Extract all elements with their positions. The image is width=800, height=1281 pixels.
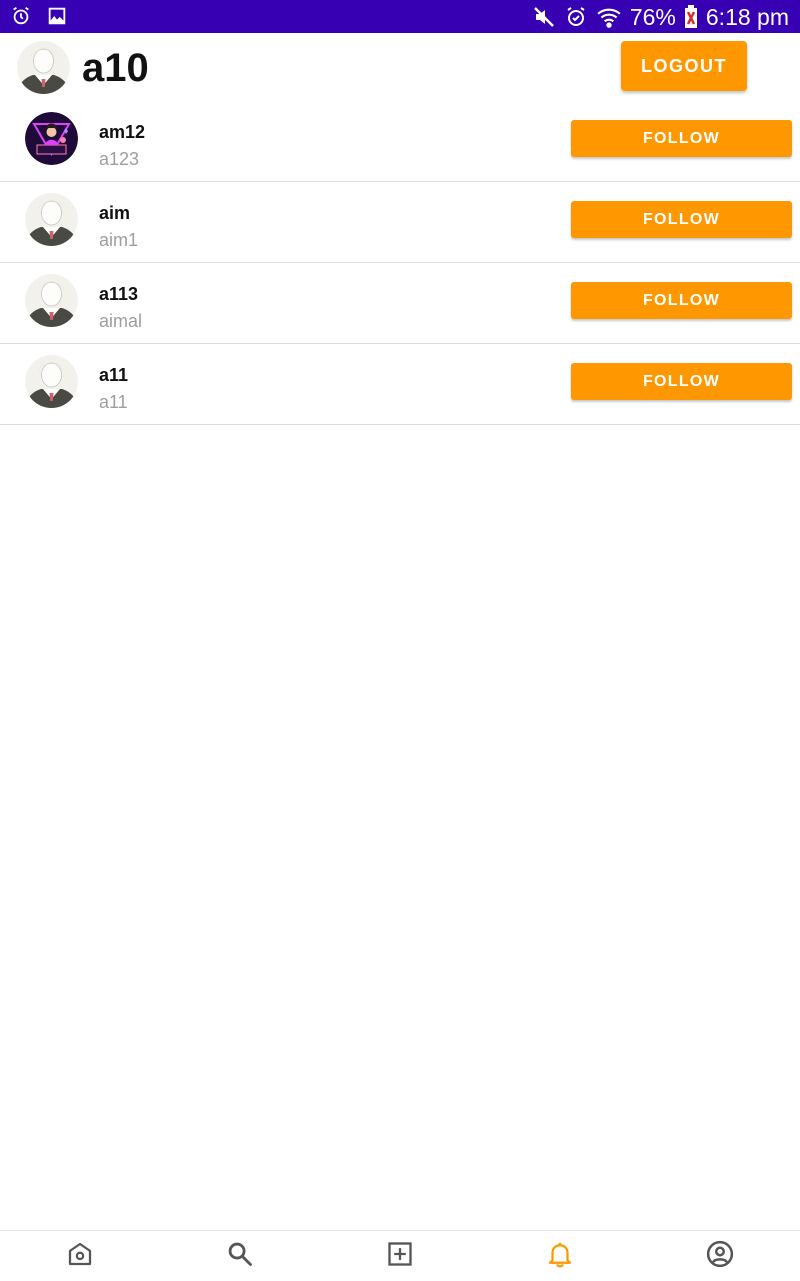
user-handle: a123	[99, 149, 140, 169]
battery-percent: 76%	[629, 4, 676, 30]
nav-profile[interactable]	[640, 1231, 800, 1281]
alarm-icon	[10, 5, 32, 27]
avatar[interactable]	[25, 112, 78, 165]
bottom-navigation	[0, 1230, 800, 1280]
avatar[interactable]	[25, 274, 78, 327]
user-handle: a11	[99, 392, 128, 412]
profile-icon	[705, 1239, 735, 1274]
status-bar: 76% 6:18 pm	[0, 0, 800, 33]
avatar[interactable]	[25, 193, 78, 246]
user-handle: aimal	[99, 311, 143, 331]
list-item[interactable]: a11 a11 FOLLOW	[0, 344, 800, 425]
alarm-icon	[564, 5, 588, 29]
follow-button[interactable]: FOLLOW	[571, 282, 792, 319]
follow-button[interactable]: FOLLOW	[571, 201, 792, 238]
nav-add-post[interactable]	[320, 1231, 480, 1281]
battery-icon	[684, 5, 698, 29]
notifications-icon	[545, 1239, 575, 1274]
add-post-icon	[386, 1240, 414, 1273]
user-list: am12 a123 FOLLOW aim aim1 FOLLOW a113 ai…	[0, 101, 800, 425]
image-icon	[46, 5, 68, 27]
search-icon	[226, 1240, 254, 1273]
avatar[interactable]	[17, 41, 70, 94]
user-name: am12	[99, 122, 146, 142]
page-title: a10	[82, 46, 149, 90]
header: a10 LOGOUT	[0, 33, 800, 101]
user-name: a11	[99, 365, 129, 385]
nav-home[interactable]	[0, 1231, 160, 1281]
list-item[interactable]: a113 aimal FOLLOW	[0, 263, 800, 344]
user-handle: aim1	[99, 230, 139, 250]
list-item[interactable]: aim aim1 FOLLOW	[0, 182, 800, 263]
status-right: 76% 6:18 pm	[532, 2, 789, 32]
nav-notifications[interactable]	[480, 1231, 640, 1281]
logout-button[interactable]: LOGOUT	[621, 41, 747, 91]
clock: 6:18 pm	[705, 4, 789, 30]
avatar[interactable]	[25, 355, 78, 408]
list-item[interactable]: am12 a123 FOLLOW	[0, 101, 800, 182]
nav-search[interactable]	[160, 1231, 320, 1281]
follow-button[interactable]: FOLLOW	[571, 120, 792, 157]
user-name: aim	[99, 203, 131, 223]
home-icon	[65, 1239, 95, 1274]
mute-icon	[532, 5, 556, 29]
status-left	[10, 5, 68, 27]
follow-button[interactable]: FOLLOW	[571, 363, 792, 400]
wifi-icon	[596, 4, 622, 30]
user-name: a113	[99, 284, 139, 304]
